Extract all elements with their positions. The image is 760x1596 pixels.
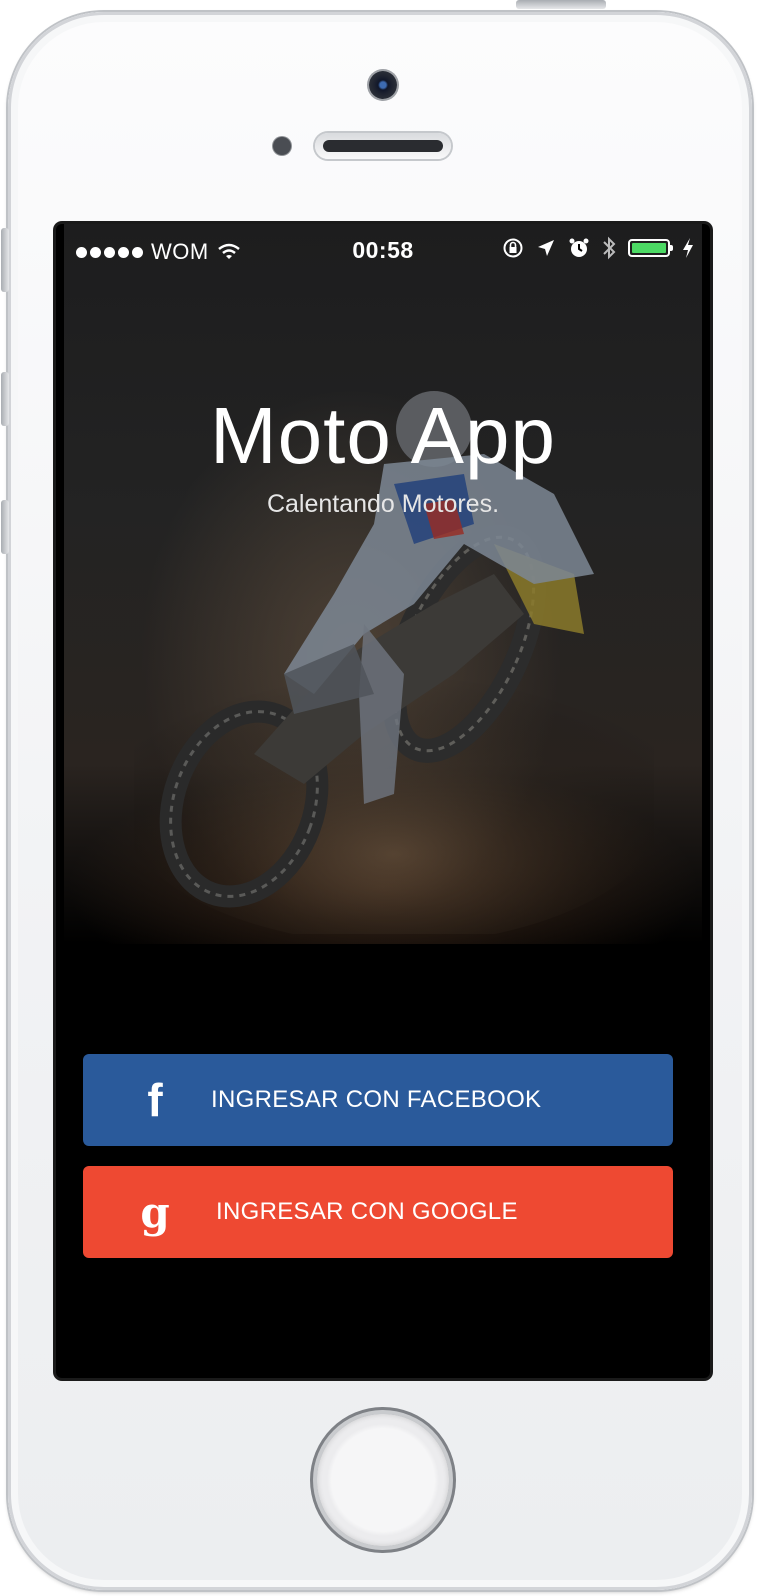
location-arrow-icon (538, 240, 554, 256)
device-mockup: WOM 00:58 Moto App Calentando Motores. f… (0, 0, 760, 1596)
rotation-lock-icon (503, 238, 523, 258)
app-screen: WOM 00:58 Moto App Calentando Motores. f… (56, 224, 710, 1378)
status-bar: WOM 00:58 (56, 224, 710, 278)
bluetooth-icon (603, 236, 616, 260)
facebook-login-button[interactable]: f INGRESAR CON FACEBOOK (83, 1054, 673, 1146)
volume-down-button (1, 500, 9, 554)
alarm-icon (569, 238, 589, 257)
battery-icon (628, 239, 673, 257)
facebook-login-label: INGRESAR CON FACEBOOK (211, 1086, 542, 1113)
home-button[interactable] (317, 1414, 449, 1546)
volume-up-button (1, 372, 9, 426)
app-title: Moto App (209, 391, 556, 480)
mute-switch (1, 228, 9, 292)
google-icon: g (140, 1187, 170, 1237)
hero-background-image (64, 224, 702, 944)
facebook-icon: f (147, 1074, 163, 1126)
battery-level-fill (632, 243, 666, 253)
proximity-sensor (273, 137, 291, 155)
google-login-label: INGRESAR CON GOOGLE (216, 1198, 518, 1225)
front-camera (369, 71, 397, 99)
app-subtitle: Calentando Motores. (266, 490, 500, 518)
status-bar-right (502, 236, 694, 260)
power-button (516, 0, 606, 9)
earpiece-speaker (315, 133, 451, 159)
charging-bolt-icon (683, 238, 693, 258)
google-login-button[interactable]: g INGRESAR CON GOOGLE (83, 1166, 673, 1258)
